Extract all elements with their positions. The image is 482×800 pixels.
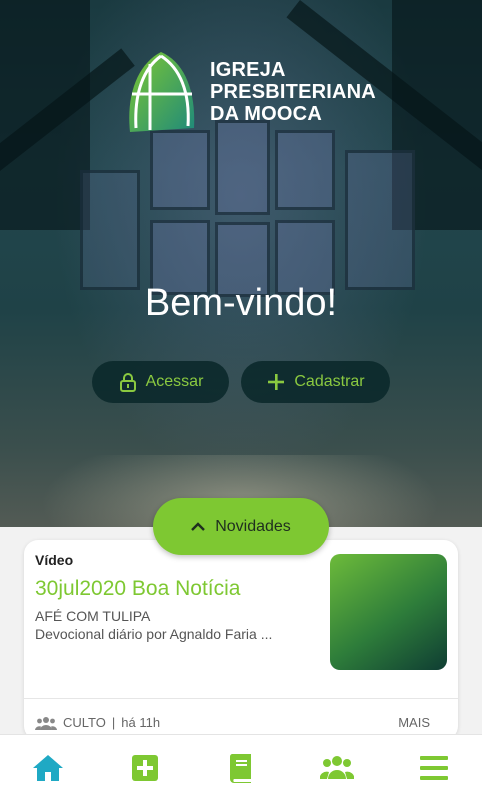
bottom-tab-bar: [0, 734, 482, 800]
signup-button[interactable]: Cadastrar: [241, 361, 390, 403]
group-icon: [320, 755, 355, 779]
plus-icon: [268, 374, 285, 390]
tab-home[interactable]: [18, 738, 78, 798]
logo-line-3: DA MOOCA: [210, 103, 322, 125]
card-meta: CULTO | há 11h: [35, 715, 160, 730]
card-title[interactable]: 30jul2020 Boa Notícia: [35, 577, 240, 601]
home-icon: [33, 754, 64, 781]
card-divider: [24, 698, 458, 699]
church-logo: IGREJA PRESBITERIANA DA MOOCA: [124, 50, 376, 134]
tab-community[interactable]: [307, 738, 367, 798]
signup-label: Cadastrar: [294, 373, 365, 390]
lock-icon: [119, 373, 136, 392]
more-link[interactable]: MAIS: [398, 715, 430, 730]
group-icon: [35, 716, 57, 730]
card-type: Vídeo: [35, 552, 74, 568]
login-button[interactable]: Acessar: [92, 361, 229, 403]
card-category: CULTO: [63, 715, 106, 730]
church-window-icon: [129, 52, 195, 132]
news-label: Novidades: [215, 517, 291, 535]
logo-line-2: PRESBITERIANA: [210, 81, 376, 103]
tab-menu[interactable]: [404, 738, 464, 798]
chevron-up-icon: [191, 521, 206, 531]
add-icon: [131, 754, 158, 781]
meta-separator: |: [111, 715, 116, 730]
tab-add[interactable]: [115, 738, 175, 798]
menu-icon: [419, 755, 448, 780]
book-icon: [229, 753, 251, 783]
logo-line-1: IGREJA: [210, 59, 286, 81]
card-subtitle: AFÉ COM TULIPA: [35, 608, 151, 624]
login-label: Acessar: [145, 373, 204, 390]
news-card[interactable]: Vídeo 30jul2020 Boa Notícia AFÉ COM TULI…: [24, 540, 458, 740]
card-description: Devocional diário por Agnaldo Faria ...: [35, 626, 273, 642]
welcome-heading: Bem-vindo!: [144, 282, 338, 324]
news-toggle-button[interactable]: Novidades: [153, 498, 329, 555]
card-thumbnail[interactable]: [330, 554, 447, 670]
card-time: há 11h: [121, 715, 161, 730]
tab-book[interactable]: [211, 738, 271, 798]
